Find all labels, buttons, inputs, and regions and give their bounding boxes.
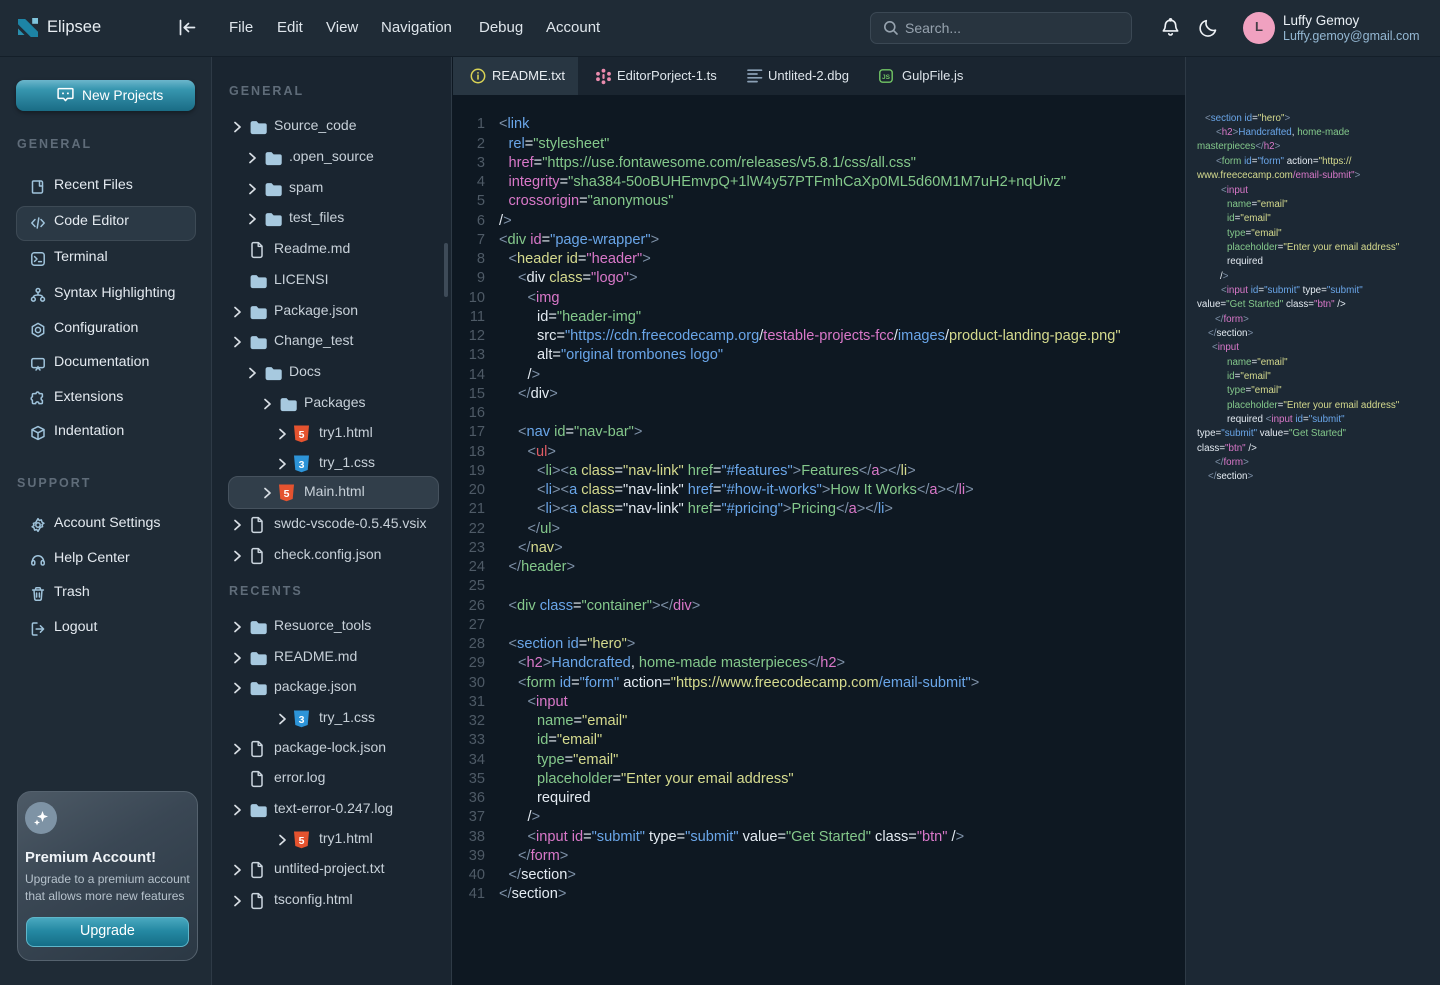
svg-text:5: 5: [299, 834, 305, 846]
svg-text:5: 5: [284, 487, 290, 499]
svg-text:3: 3: [299, 458, 305, 470]
svg-text:5: 5: [299, 428, 305, 440]
svg-text:3: 3: [299, 713, 305, 725]
svg-text:JS: JS: [882, 74, 891, 81]
